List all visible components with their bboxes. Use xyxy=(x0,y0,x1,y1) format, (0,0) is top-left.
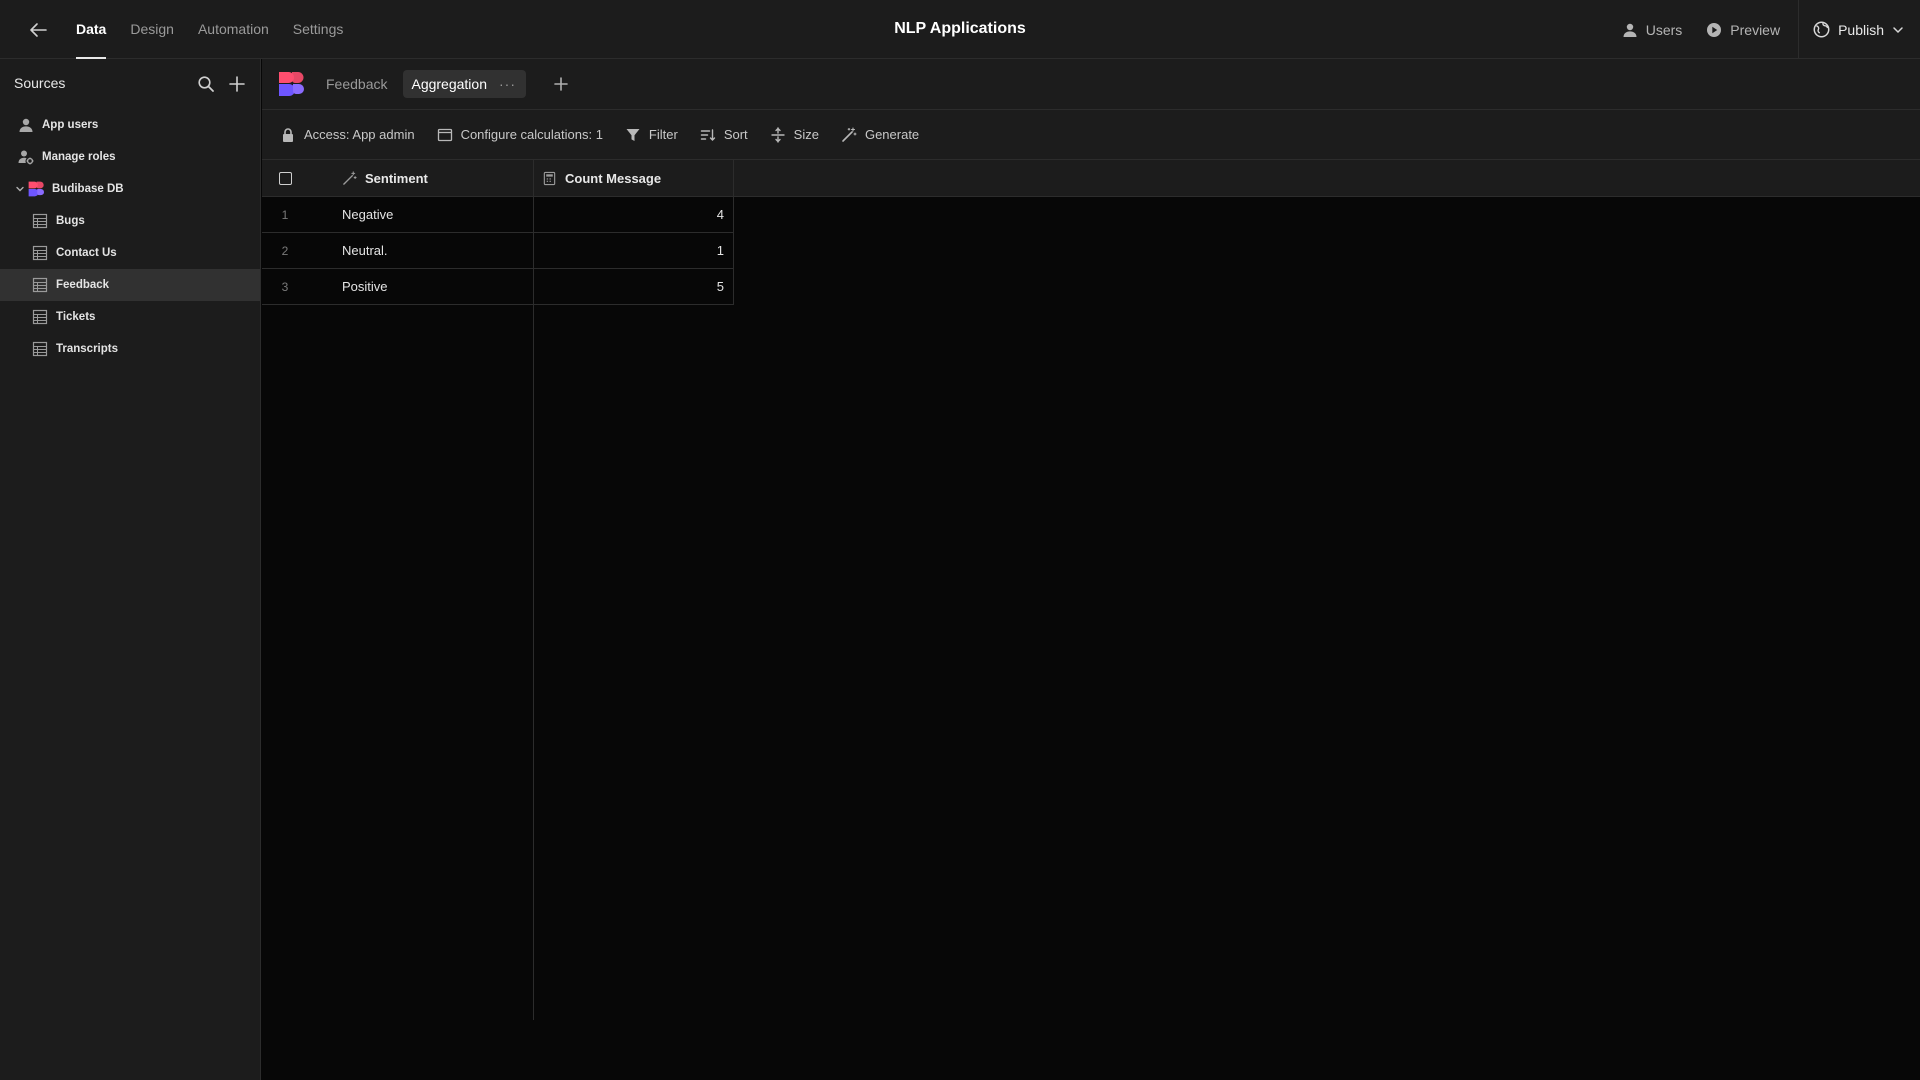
sidebar-item-transcripts[interactable]: Transcripts xyxy=(0,333,260,365)
size-label: Size xyxy=(793,127,819,142)
toolbar: Access: App admin Configure calculations… xyxy=(262,110,1920,160)
sort-icon xyxy=(700,127,716,143)
sidebar-item-label: Contact Us xyxy=(56,247,117,259)
sources-sidebar: Sources App users Manage roles Budibase … xyxy=(0,59,261,1080)
calculator-outline-icon xyxy=(437,127,453,143)
table-icon xyxy=(32,213,48,229)
sidebar-item-feedback[interactable]: Feedback xyxy=(0,269,260,301)
back-arrow-icon[interactable] xyxy=(26,18,50,42)
sidebar-item-label: Budibase DB xyxy=(52,183,124,195)
sidebar-item-label: Transcripts xyxy=(56,343,118,355)
roles-icon xyxy=(18,149,34,165)
sidebar-item-label: Tickets xyxy=(56,311,96,323)
add-source-icon[interactable] xyxy=(228,75,246,93)
sidebar-item-label: Feedback xyxy=(56,279,110,291)
more-options-icon[interactable]: ··· xyxy=(499,76,516,92)
add-view-icon[interactable] xyxy=(552,75,570,93)
configure-calculations-button[interactable]: Configure calculations: 1 xyxy=(437,127,603,143)
generate-label: Generate xyxy=(864,127,920,142)
filter-label: Filter xyxy=(648,127,678,142)
table-icon xyxy=(32,309,48,325)
select-all-checkbox[interactable] xyxy=(279,172,292,185)
globe-icon xyxy=(1813,21,1830,38)
play-circle-icon xyxy=(1706,22,1722,38)
row-number: 2 xyxy=(281,244,289,258)
tab-automation[interactable]: Automation xyxy=(186,0,281,59)
calculations-label: Configure calculations: 1 xyxy=(460,127,603,142)
sidebar-item-label: App users xyxy=(42,119,99,131)
magic-wand-icon xyxy=(841,126,857,143)
grid-header: Sentiment Count Message xyxy=(262,160,1920,197)
sidebar-item-bugs[interactable]: Bugs xyxy=(0,205,260,237)
top-bar: Data Design Automation Settings NLP Appl… xyxy=(0,0,1920,59)
table-row[interactable]: 1 Negative 4 xyxy=(262,197,734,233)
table-row[interactable]: 3 Positive 5 xyxy=(262,269,734,305)
user-icon xyxy=(1622,22,1638,38)
sentiment-cell[interactable]: Neutral. xyxy=(342,243,388,258)
sentiment-cell[interactable]: Negative xyxy=(342,207,393,222)
sort-label: Sort xyxy=(723,127,748,142)
generate-button[interactable]: Generate xyxy=(841,126,920,143)
sidebar-item-label: Manage roles xyxy=(42,151,116,163)
tab-feedback[interactable]: Feedback xyxy=(318,70,395,98)
magic-wand-icon xyxy=(342,171,357,186)
search-icon[interactable] xyxy=(197,75,215,93)
tab-design[interactable]: Design xyxy=(118,0,186,59)
users-label: Users xyxy=(1645,21,1683,38)
table-icon xyxy=(32,277,48,293)
column-label: Count Message xyxy=(565,171,662,186)
users-button[interactable]: Users xyxy=(1610,0,1695,59)
sort-button[interactable]: Sort xyxy=(700,127,748,143)
sidebar-item-tickets[interactable]: Tickets xyxy=(0,301,260,333)
count-cell[interactable]: 4 xyxy=(534,207,724,222)
table-icon xyxy=(32,341,48,357)
tab-label: Aggregation xyxy=(411,76,487,92)
column-label: Sentiment xyxy=(365,171,428,186)
sidebar-item-contact-us[interactable]: Contact Us xyxy=(0,237,260,269)
filter-button[interactable]: Filter xyxy=(625,127,678,143)
tab-aggregation[interactable]: Aggregation ··· xyxy=(403,70,526,98)
access-label: Access: App admin xyxy=(304,127,415,142)
view-tab-bar: Feedback Aggregation ··· xyxy=(262,59,1920,110)
column-header-count-message[interactable]: Count Message xyxy=(542,160,661,197)
lock-icon xyxy=(280,127,296,143)
publish-label: Publish xyxy=(1838,21,1884,38)
user-icon xyxy=(18,117,34,133)
row-number: 1 xyxy=(281,208,289,222)
chevron-down-icon[interactable] xyxy=(14,183,26,195)
sentiment-cell[interactable]: Positive xyxy=(342,279,388,294)
data-grid: Sentiment Count Message 1 Negative 4 2 N… xyxy=(262,160,1920,1020)
main-panel: Feedback Aggregation ··· Access: App adm… xyxy=(262,59,1920,1080)
budibase-logo-icon xyxy=(278,71,304,97)
preview-label: Preview xyxy=(1730,21,1781,38)
table-icon xyxy=(32,245,48,261)
chevron-down-icon[interactable] xyxy=(1892,24,1904,36)
filter-icon xyxy=(625,127,641,143)
tab-data[interactable]: Data xyxy=(64,0,118,59)
sidebar-item-label: Bugs xyxy=(56,215,85,227)
column-divider xyxy=(533,197,534,1020)
access-button[interactable]: Access: App admin xyxy=(280,127,415,143)
column-header-sentiment[interactable]: Sentiment xyxy=(342,160,428,197)
column-divider xyxy=(733,160,734,197)
row-number: 3 xyxy=(281,280,289,294)
sidebar-item-app-users[interactable]: App users xyxy=(0,109,260,141)
size-button[interactable]: Size xyxy=(770,126,819,143)
sidebar-header: Sources xyxy=(0,59,260,109)
top-actions: Users Preview Publish xyxy=(1610,0,1920,59)
publish-button[interactable]: Publish xyxy=(1798,0,1920,59)
nav-tabs: Data Design Automation Settings xyxy=(64,0,355,59)
budibase-logo-icon xyxy=(28,181,44,197)
sources-title: Sources xyxy=(14,75,66,91)
table-row[interactable]: 2 Neutral. 1 xyxy=(262,233,734,269)
preview-button[interactable]: Preview xyxy=(1694,0,1792,59)
calculator-icon xyxy=(542,171,557,186)
sidebar-item-manage-roles[interactable]: Manage roles xyxy=(0,141,260,173)
tab-settings[interactable]: Settings xyxy=(281,0,356,59)
count-cell[interactable]: 1 xyxy=(534,243,724,258)
sidebar-item-budibase-db[interactable]: Budibase DB xyxy=(0,173,260,205)
column-divider xyxy=(533,160,534,197)
count-cell[interactable]: 5 xyxy=(534,279,724,294)
row-height-icon xyxy=(770,126,786,143)
